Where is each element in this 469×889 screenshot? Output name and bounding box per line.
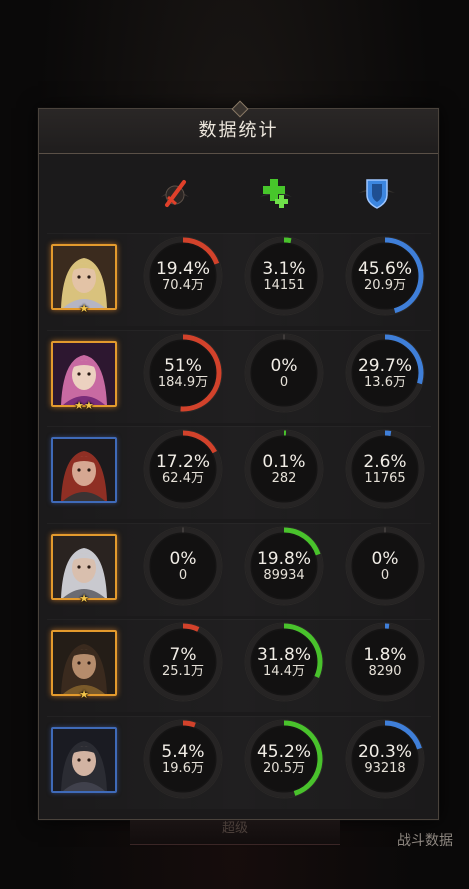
hero-row: ★ 19.4% 70.4万 3.1% 14151 45.6% 20.9万 [47,233,431,326]
damage-value: 0 [178,568,188,583]
footer-tab[interactable]: 超级 [130,820,340,845]
hero-portrait[interactable] [51,727,117,793]
shield-value: 93218 [364,761,406,776]
hero-star-rating: ★ [79,302,89,315]
shield-value: 0 [380,568,390,583]
heal-percent: 31.8% [256,645,311,665]
heal-percent: 45.2% [256,742,311,762]
hero-portrait[interactable]: ★ [51,534,117,605]
shield-gauge: 1.8% 8290 [343,620,427,704]
red-hooded-hero-portrait-art [53,439,115,501]
heal-percent: 0.1% [262,452,306,472]
heal-value: 0 [279,375,289,390]
panel-title: 数据统计 [198,120,279,141]
hero-portrait[interactable] [51,437,117,503]
battle-data-label[interactable]: 战斗数据 [397,830,453,850]
damage-gauge: 0% 0 [141,524,225,608]
panel-header: 数据统计 [39,100,438,154]
hero-star-rating: ★ [79,688,89,701]
heal-gauge: 31.8% 14.4万 [242,620,326,704]
heal-value: 89934 [263,568,305,583]
dark-hooded-hero-portrait-art [53,729,115,791]
shield-percent: 1.8% [363,645,407,665]
hero-portrait[interactable]: ★ [51,244,117,315]
damage-gauge: 17.2% 62.4万 [141,427,225,511]
damage-gauge: 51% 184.9万 [141,331,225,415]
shield-percent: 45.6% [357,259,412,279]
damage-percent: 51% [164,356,202,376]
hero-row: ★ 0% 0 19.8% 89934 0% 0 [47,523,431,616]
shield-value: 11765 [364,471,406,486]
heal-percent: 3.1% [262,259,306,279]
damage-gauge: 5.4% 19.6万 [141,717,225,801]
heal-gauge: 0.1% 282 [242,427,326,511]
heal-gauge: 19.8% 89934 [242,524,326,608]
shield-percent: 0% [371,549,399,569]
hero-star-rating: ★★ [74,399,94,412]
damage-value: 62.4万 [162,471,204,486]
column-icons [39,171,438,215]
heal-gauge: 45.2% 20.5万 [242,717,326,801]
shield-gauge: 2.6% 11765 [343,427,427,511]
damage-value: 70.4万 [162,278,204,293]
purple-hat-hero-portrait-art [53,343,115,405]
heal-value: 282 [271,471,297,486]
hero-row: 17.2% 62.4万 0.1% 282 2.6% 11765 [47,426,431,519]
damage-gauge: 19.4% 70.4万 [141,234,225,318]
shield-gauge: 45.6% 20.9万 [343,234,427,318]
shield-gauge: 0% 0 [343,524,427,608]
heal-value: 20.5万 [263,761,305,776]
damage-percent: 19.4% [155,259,210,279]
shield-value: 8290 [368,664,402,679]
green-cross-icon [254,171,298,215]
blue-shield-icon [355,171,399,215]
damage-percent: 7% [169,645,197,665]
hero-portrait[interactable]: ★ [51,630,117,701]
shield-gauge: 29.7% 13.6万 [343,331,427,415]
hero-row: ★★ 51% 184.9万 0% 0 29.7% 13.6万 [47,330,431,423]
shield-gauge: 20.3% 93218 [343,717,427,801]
heal-gauge: 3.1% 14151 [242,234,326,318]
hero-row: 5.4% 19.6万 45.2% 20.5万 20.3% 93218 [47,716,431,809]
hero-portrait[interactable]: ★★ [51,341,117,412]
damage-value: 25.1万 [162,664,204,679]
shield-percent: 29.7% [357,356,412,376]
damage-gauge: 7% 25.1万 [141,620,225,704]
silver-hair-hero-portrait-art [53,536,115,598]
damage-percent: 5.4% [161,742,205,762]
bearded-warrior-hero-portrait-art [53,632,115,694]
red-sword-icon [153,171,197,215]
heal-percent: 0% [270,356,298,376]
shield-value: 13.6万 [364,375,406,390]
damage-value: 184.9万 [157,375,209,390]
stats-panel: 数据统计 ★ 19.4% 70.4万 3.1% 14151 45.6% 20.9… [38,100,439,820]
damage-percent: 0% [169,549,197,569]
blonde-eyepatch-hero-portrait-art [53,246,115,308]
heal-value: 14151 [263,278,305,293]
hero-row: ★ 7% 25.1万 31.8% 14.4万 1.8% 8290 [47,619,431,712]
damage-value: 19.6万 [162,761,204,776]
hero-star-rating: ★ [79,592,89,605]
footer-tab-label: 超级 [221,821,248,836]
heal-gauge: 0% 0 [242,331,326,415]
heal-percent: 19.8% [256,549,311,569]
shield-percent: 20.3% [357,742,412,762]
heal-value: 14.4万 [263,664,305,679]
shield-value: 20.9万 [364,278,406,293]
damage-percent: 17.2% [155,452,210,472]
shield-percent: 2.6% [363,452,407,472]
